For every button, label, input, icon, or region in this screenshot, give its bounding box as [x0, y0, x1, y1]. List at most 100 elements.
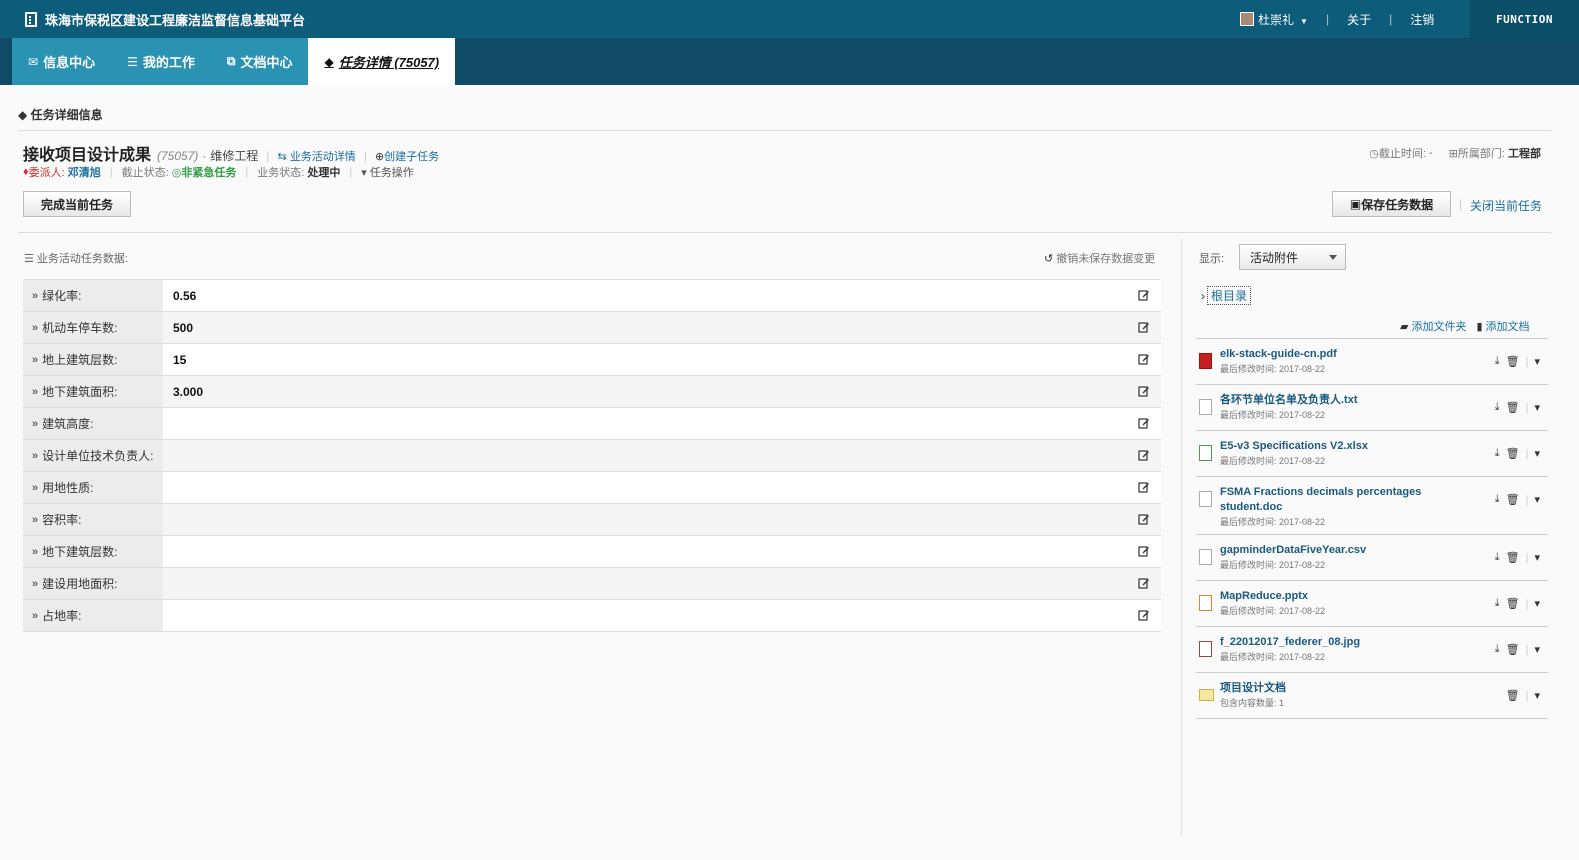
download-icon[interactable]: ⤓	[1495, 493, 1500, 506]
deadline-status-label: 截止状态:	[121, 167, 169, 179]
edit-icon[interactable]	[1138, 353, 1150, 365]
root-folder-label[interactable]: 根目录	[1207, 286, 1252, 305]
caret-down-icon[interactable]: ▾	[1534, 551, 1540, 564]
field-value[interactable]: 500	[163, 312, 1161, 343]
tab-label: 信息中心	[43, 55, 96, 70]
trash-icon[interactable]: 🗑	[1506, 643, 1520, 656]
tree-root[interactable]: › 根目录	[1201, 286, 1252, 305]
trash-icon[interactable]: 🗑	[1506, 493, 1520, 506]
trash-icon[interactable]: 🗑	[1506, 355, 1520, 368]
file-item[interactable]: gapminderDataFiveYear.csv 最后修改时间: 2017-08…	[1196, 535, 1548, 581]
field-value[interactable]	[163, 600, 1161, 631]
file-name-link[interactable]: 各环节单位名单及负责人.txt	[1220, 393, 1470, 408]
field-value[interactable]	[163, 408, 1161, 439]
undo-icon: ↺	[1044, 253, 1057, 265]
task-ops-dropdown[interactable]: ▾ 任务操作	[361, 164, 414, 180]
caret-down-icon[interactable]: ▾	[1534, 447, 1540, 460]
undo-changes-link[interactable]: ↺ 撤销未保存数据变更	[1044, 250, 1155, 266]
download-icon[interactable]: ⤓	[1495, 355, 1500, 368]
edit-icon[interactable]	[1138, 481, 1150, 493]
tab-info-center[interactable]: ✉ 信息中心	[12, 38, 112, 85]
divider: |	[1525, 597, 1529, 610]
create-subtask-link[interactable]: ⊕创建子任务	[375, 148, 439, 164]
field-value[interactable]: 0.56	[163, 280, 1161, 311]
file-item[interactable]: 各环节单位名单及负责人.txt 最后修改时间: 2017-08-22 ⤓ 🗑 | ▾	[1196, 385, 1548, 431]
add-folder-button[interactable]: ▰ 添加文件夹	[1400, 318, 1466, 334]
add-document-button[interactable]: ▮ 添加文档	[1476, 318, 1529, 334]
file-name-link[interactable]: gapminderDataFiveYear.csv	[1220, 543, 1470, 558]
folder-icon	[1199, 689, 1214, 701]
trash-icon[interactable]: 🗑	[1506, 551, 1520, 564]
app-brand[interactable]: 珠海市保税区建设工程廉洁监督信息基础平台	[25, 0, 305, 38]
divider: |	[1525, 355, 1529, 368]
trash-icon[interactable]: 🗑	[1506, 597, 1520, 610]
caret-down-icon[interactable]: ▾	[1534, 597, 1540, 610]
trash-icon[interactable]: 🗑	[1506, 689, 1520, 702]
download-icon[interactable]: ⤓	[1495, 447, 1500, 460]
field-value[interactable]: 15	[163, 344, 1161, 375]
trash-icon[interactable]: 🗑	[1506, 447, 1520, 460]
tab-my-work[interactable]: ☰ 我的工作	[111, 38, 211, 85]
logout-link[interactable]: 注销	[1410, 11, 1434, 28]
file-name-link[interactable]: 项目设计文档	[1220, 681, 1470, 696]
field-value[interactable]	[163, 536, 1161, 567]
field-value[interactable]	[163, 504, 1161, 535]
about-link[interactable]: 关于	[1347, 11, 1371, 28]
file-item[interactable]: f_22012017_federer_08.jpg 最后修改时间: 2017-08…	[1196, 627, 1548, 673]
field-value[interactable]	[163, 440, 1161, 471]
download-icon[interactable]: ⤓	[1495, 597, 1500, 610]
field-label: » 机动车停车数:	[23, 312, 163, 343]
file-item[interactable]: MapReduce.pptx 最后修改时间: 2017-08-22 ⤓ 🗑 | ▾	[1196, 581, 1548, 627]
tab-task-detail[interactable]: ◆ 任务详情 (75057)	[308, 38, 456, 85]
user-menu[interactable]: 杜崇礼 ▼	[1258, 11, 1308, 28]
display-select[interactable]: 活动附件	[1239, 244, 1346, 270]
caret-down-icon[interactable]: ▾	[1534, 689, 1540, 702]
building-icon	[25, 11, 37, 27]
complete-task-button[interactable]: 完成当前任务	[23, 191, 131, 217]
file-item[interactable]: elk-stack-guide-cn.pdf 最后修改时间: 2017-08-22…	[1196, 339, 1548, 385]
field-label-text: 占地率:	[42, 609, 82, 623]
edit-icon[interactable]	[1138, 321, 1150, 333]
file-name-link[interactable]: E5-v3 Specifications V2.xlsx	[1220, 439, 1470, 454]
file-name-link[interactable]: FSMA Fractions decimals percentages stud…	[1220, 485, 1470, 515]
field-value[interactable]	[163, 568, 1161, 599]
divider	[18, 130, 1551, 131]
edit-icon[interactable]	[1138, 545, 1150, 557]
file-item[interactable]: E5-v3 Specifications V2.xlsx 最后修改时间: 2017…	[1196, 431, 1548, 477]
file-item[interactable]: FSMA Fractions decimals percentages stud…	[1196, 477, 1548, 535]
caret-down-icon: ▼	[1300, 16, 1308, 26]
download-icon[interactable]: ⤓	[1495, 643, 1500, 656]
file-name-link[interactable]: f_22012017_federer_08.jpg	[1220, 635, 1470, 650]
trash-icon[interactable]: 🗑	[1506, 401, 1520, 414]
caret-down-icon[interactable]: ▾	[1534, 355, 1540, 368]
caret-down-icon[interactable]: ▾	[1534, 493, 1540, 506]
activity-detail-link[interactable]: ⇆ 业务活动详情	[278, 148, 356, 164]
caret-down-icon[interactable]: ▾	[1534, 643, 1540, 656]
field-value[interactable]	[163, 472, 1161, 503]
double-chevron-right-icon: »	[32, 577, 39, 590]
edit-icon[interactable]	[1138, 609, 1150, 621]
download-icon[interactable]: ⤓	[1495, 551, 1500, 564]
file-name-link[interactable]: elk-stack-guide-cn.pdf	[1220, 347, 1470, 362]
save-task-data-button[interactable]: ▣ 保存任务数据	[1332, 191, 1451, 217]
file-name-link[interactable]: MapReduce.pptx	[1220, 589, 1470, 604]
field-value[interactable]: 3.000	[163, 376, 1161, 407]
function-logo[interactable]: FUNCTION	[1470, 0, 1579, 38]
assigner-name[interactable]: 邓清旭	[68, 164, 101, 180]
field-label-text: 容积率:	[42, 513, 82, 527]
divider: |	[349, 166, 353, 178]
caret-down-icon[interactable]: ▾	[1534, 401, 1540, 414]
edit-icon[interactable]	[1138, 449, 1150, 461]
double-chevron-right-icon: »	[32, 417, 39, 430]
edit-icon[interactable]	[1138, 417, 1150, 429]
edit-icon[interactable]	[1138, 289, 1150, 301]
edit-icon[interactable]	[1138, 385, 1150, 397]
download-icon[interactable]: ⤓	[1495, 401, 1500, 414]
folder-item[interactable]: 项目设计文档 包含内容数量: 1 🗑 | ▾	[1196, 673, 1548, 719]
close-task-link[interactable]: 关闭当前任务	[1470, 197, 1542, 214]
chevron-right-icon[interactable]: ›	[1201, 289, 1205, 303]
double-chevron-right-icon: »	[32, 449, 39, 462]
tab-doc-center[interactable]: ⧉ 文档中心	[210, 38, 309, 85]
edit-icon[interactable]	[1138, 577, 1150, 589]
edit-icon[interactable]	[1138, 513, 1150, 525]
